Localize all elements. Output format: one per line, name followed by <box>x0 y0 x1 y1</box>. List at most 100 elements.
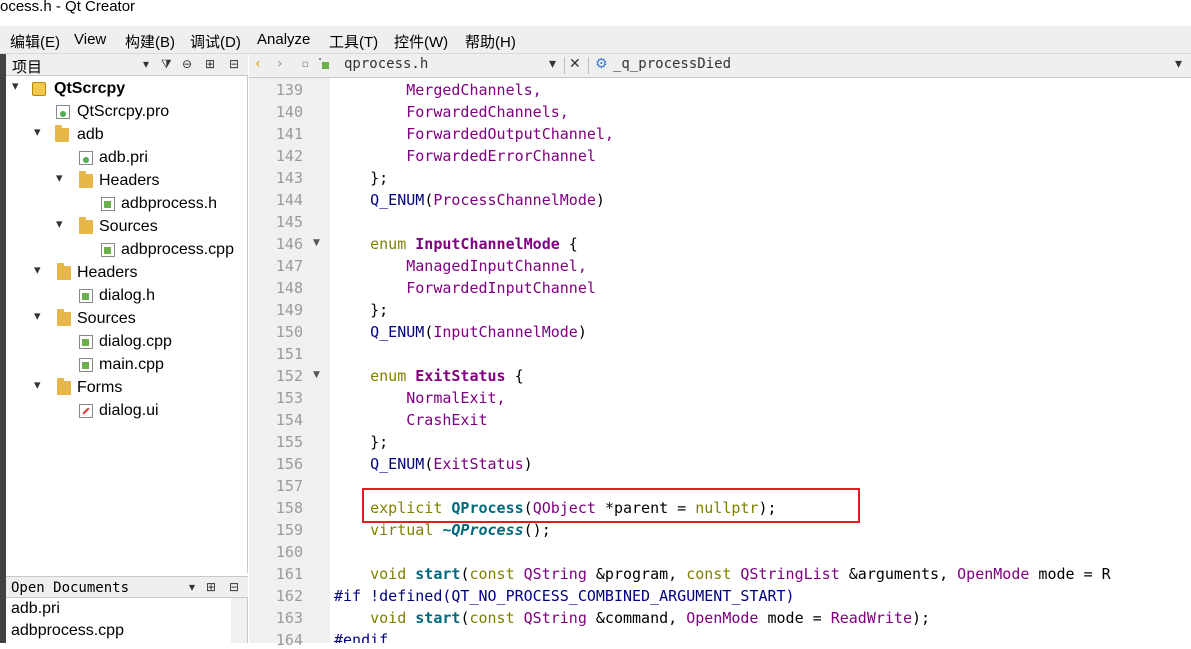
split-icon[interactable]: ⊞ <box>206 580 216 594</box>
line-number: 140 <box>275 103 303 121</box>
line-number: 159 <box>275 521 303 539</box>
expand-arrow-icon[interactable]: ▾ <box>34 263 48 278</box>
expand-arrow-icon[interactable]: ▾ <box>56 171 70 186</box>
header-file-icon <box>79 289 93 303</box>
menu-view[interactable]: View <box>74 31 106 48</box>
line-number: 158 <box>275 499 303 517</box>
menu-widgets[interactable]: 控件(W) <box>394 31 448 52</box>
menu-analyze[interactable]: Analyze <box>257 31 310 48</box>
line-number: 145 <box>275 213 303 231</box>
close-panel-icon[interactable]: ⊟ <box>229 57 239 71</box>
toolbar-divider <box>588 57 589 74</box>
fold-marker-icon[interactable]: ▼ <box>313 370 320 380</box>
filter-icon[interactable]: ⧩ <box>161 57 172 72</box>
function-symbol-icon: ⚙ <box>595 56 608 72</box>
cpp-file-icon <box>101 243 115 257</box>
project-panel-title[interactable]: 项目 <box>12 56 42 77</box>
code-editor[interactable]: MergedChannels, ForwardedChannels, Forwa… <box>330 78 1191 643</box>
code-line: Q_ENUM(InputChannelMode) <box>370 323 587 341</box>
sources-folder-icon <box>79 217 93 234</box>
expand-arrow-icon[interactable]: ▾ <box>56 217 70 232</box>
line-number: 144 <box>275 191 303 209</box>
expand-arrow-icon[interactable]: ▾ <box>12 79 26 94</box>
project-panel-header: 项目 ▾ ⧩ ⊖ ⊞ ⊟ <box>6 54 248 76</box>
menu-bar: 编辑(E) View 构建(B) 调试(D) Analyze 工具(T) 控件(… <box>0 26 1191 54</box>
code-line: NormalExit, <box>406 389 506 407</box>
pri-file-icon <box>79 151 93 165</box>
menu-build[interactable]: 构建(B) <box>125 31 175 52</box>
tree-item-label: Headers <box>99 172 160 189</box>
code-line: }; <box>370 169 389 187</box>
tree-item-label: dialog.cpp <box>99 333 172 350</box>
tree-item-label: QtScrcpy <box>54 80 126 97</box>
open-documents-header: Open Documents ▾ ⊞ ⊟ <box>6 576 248 598</box>
tree-item-label: dialog.ui <box>99 402 159 419</box>
tree-item-label: dialog.h <box>99 287 156 304</box>
menu-tools[interactable]: 工具(T) <box>329 31 378 52</box>
line-number: 164 <box>275 631 303 649</box>
line-number: 155 <box>275 433 303 451</box>
project-tree: ▾ QtScrcpy QtScrcpy.pro ▾ adb adb.pri ▾ … <box>6 76 248 573</box>
forward-arrow-icon[interactable]: › <box>277 56 283 72</box>
line-number: 163 <box>275 609 303 627</box>
line-number: 142 <box>275 147 303 165</box>
tree-item-label: adbprocess.cpp <box>121 241 234 258</box>
code-line: void start(const QString &command, OpenM… <box>370 609 931 627</box>
line-number: 154 <box>275 411 303 429</box>
header-file-icon <box>101 197 115 211</box>
cpp-file-icon <box>79 358 93 372</box>
code-line: ForwardedInputChannel <box>406 279 596 297</box>
code-line: virtual ~QProcess(); <box>370 521 551 539</box>
line-number: 141 <box>275 125 303 143</box>
line-number: 150 <box>275 323 303 341</box>
tree-item-label: QtScrcpy.pro <box>77 103 170 120</box>
back-arrow-icon[interactable]: ‹ <box>255 56 261 72</box>
window-titlebar: ocess.h - Qt Creator <box>0 0 1191 26</box>
split-icon[interactable]: ⊞ <box>205 57 215 71</box>
current-file-name[interactable]: qprocess.h <box>344 56 428 72</box>
open-document-item[interactable]: adbprocess.cpp <box>11 622 124 640</box>
line-number: 143 <box>275 169 303 187</box>
menu-help[interactable]: 帮助(H) <box>465 31 516 52</box>
line-number: 160 <box>275 543 303 561</box>
expand-arrow-icon[interactable]: ▾ <box>34 309 48 324</box>
code-line: #if !defined(QT_NO_PROCESS_COMBINED_ARGU… <box>334 587 795 605</box>
line-number: 148 <box>275 279 303 297</box>
tree-item-label: Headers <box>77 264 138 281</box>
code-line: Q_ENUM(ProcessChannelMode) <box>370 191 605 209</box>
code-line: Q_ENUM(ExitStatus) <box>370 455 533 473</box>
highlight-annotation-box <box>362 488 860 523</box>
pro-file-icon <box>56 105 70 119</box>
open-document-item[interactable]: adb.pri <box>11 600 60 618</box>
close-panel-icon[interactable]: ⊟ <box>229 580 239 594</box>
lock-icon: ▫ <box>301 56 310 72</box>
link-icon[interactable]: ⊖ <box>182 57 192 71</box>
expand-arrow-icon[interactable]: ▾ <box>34 378 48 393</box>
menu-edit[interactable]: 编辑(E) <box>10 31 60 52</box>
header-file-icon <box>319 58 329 69</box>
line-number: 149 <box>275 301 303 319</box>
toolbar-divider <box>564 57 565 74</box>
line-number: 162 <box>275 587 303 605</box>
code-line: }; <box>370 433 389 451</box>
open-documents-title[interactable]: Open Documents <box>11 580 129 596</box>
code-line: ForwardedOutputChannel, <box>406 125 614 143</box>
code-line: ForwardedChannels, <box>406 103 569 121</box>
fold-marker-icon[interactable]: ▼ <box>313 238 320 248</box>
sources-folder-icon <box>57 309 71 326</box>
tree-item-label: Forms <box>77 379 123 396</box>
menu-debug[interactable]: 调试(D) <box>190 31 241 52</box>
close-file-icon[interactable]: ✕ <box>569 56 581 72</box>
dropdown-arrow-icon[interactable]: ▾ <box>189 580 195 594</box>
project-icon <box>32 82 46 96</box>
dropdown-arrow-icon[interactable]: ▾ <box>1175 56 1182 72</box>
forms-folder-icon <box>57 378 71 395</box>
expand-arrow-icon[interactable]: ▾ <box>34 125 48 140</box>
dropdown-arrow-icon[interactable]: ▾ <box>549 56 556 72</box>
line-number: 147 <box>275 257 303 275</box>
current-symbol[interactable]: _q_processDied <box>613 56 731 72</box>
scrollbar[interactable] <box>231 598 247 643</box>
tree-item-label: adbprocess.h <box>121 195 218 212</box>
open-documents-list: adb.pri adbprocess.cpp <box>6 598 248 643</box>
dropdown-arrow-icon[interactable]: ▾ <box>143 57 149 71</box>
